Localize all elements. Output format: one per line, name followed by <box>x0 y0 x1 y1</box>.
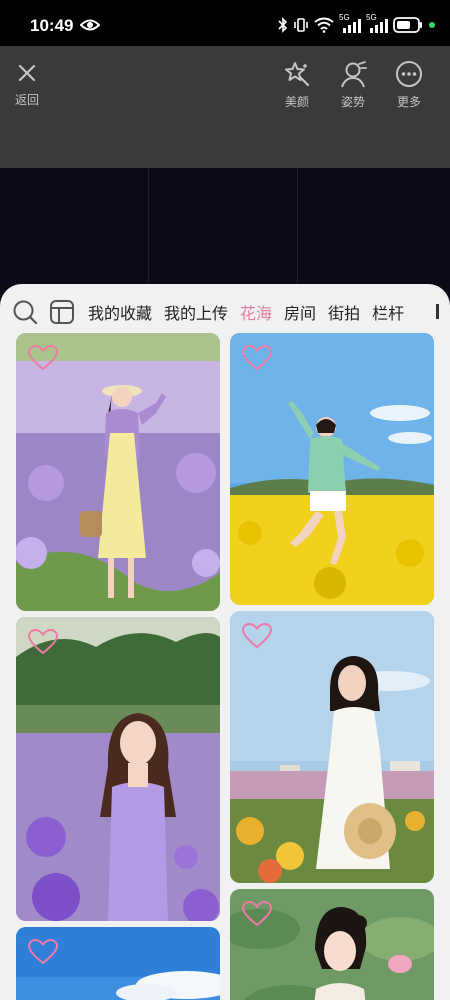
back-button[interactable]: 返回 <box>14 60 40 108</box>
photo-white-dress-straw-hat <box>230 611 434 883</box>
more-icon <box>396 61 422 87</box>
tab-overflow-marker <box>436 304 439 319</box>
status-indicators: 5G 5G <box>278 13 436 36</box>
pose-photo[interactable] <box>16 927 220 1000</box>
search-icon[interactable] <box>12 299 38 325</box>
heart-icon[interactable] <box>242 901 272 927</box>
charging-dot-icon <box>429 22 435 28</box>
wifi-icon <box>314 17 334 33</box>
eye-icon <box>80 19 100 31</box>
status-bar: 10:49 5G 5G <box>0 0 450 46</box>
tab-railing[interactable]: 栏杆 <box>372 300 404 324</box>
pose-panel: 我的收藏 我的上传 花海 房间 街拍 栏杆 <box>0 284 450 1000</box>
pose-photo[interactable] <box>16 333 220 611</box>
heart-icon[interactable] <box>28 629 58 655</box>
pose-photo[interactable] <box>16 617 220 921</box>
tab-street[interactable]: 街拍 <box>328 300 360 324</box>
heart-icon[interactable] <box>242 345 272 371</box>
status-time: 10:49 <box>30 16 74 35</box>
category-bar: 我的收藏 我的上传 花海 房间 街拍 栏杆 <box>0 296 450 328</box>
pose-photo[interactable] <box>230 889 434 1000</box>
bluetooth-icon <box>278 17 288 33</box>
heart-icon[interactable] <box>28 345 58 371</box>
heart-icon[interactable] <box>242 623 272 649</box>
top-toolbar: 返回 美颜 姿势 更多 <box>0 46 450 168</box>
close-icon <box>18 64 36 82</box>
photo-rapeseed-field-jump <box>230 333 434 605</box>
vibrate-icon <box>294 18 308 32</box>
tab-flower-sea[interactable]: 花海 <box>240 300 272 324</box>
layout-icon[interactable] <box>49 299 75 325</box>
back-label: 返回 <box>14 93 39 107</box>
photo-lavender-field-woman <box>16 333 220 611</box>
pose-button[interactable]: 姿势 <box>339 60 367 110</box>
pose-label: 姿势 <box>340 95 365 109</box>
photo-purple-dress-portrait <box>16 617 220 921</box>
tab-room[interactable]: 房间 <box>284 300 316 324</box>
category-tabs: 我的收藏 我的上传 花海 房间 街拍 栏杆 <box>88 296 416 328</box>
battery-icon <box>393 17 422 33</box>
pose-icon <box>341 61 367 88</box>
network-type-1: 5G <box>339 13 350 22</box>
heart-icon[interactable] <box>28 939 58 965</box>
beauty-label: 美颜 <box>284 95 309 109</box>
tab-favorites[interactable]: 我的收藏 <box>88 300 152 324</box>
pose-photo[interactable] <box>230 611 434 883</box>
beauty-button[interactable]: 美颜 <box>283 60 311 110</box>
more-label: 更多 <box>396 95 421 109</box>
more-button[interactable]: 更多 <box>395 60 423 110</box>
signal-2: 5G <box>366 13 388 34</box>
signal-1: 5G <box>339 13 361 34</box>
pose-photo[interactable] <box>230 333 434 605</box>
tab-uploads[interactable]: 我的上传 <box>164 300 228 324</box>
network-type-2: 5G <box>366 13 377 22</box>
beauty-icon <box>285 62 310 87</box>
